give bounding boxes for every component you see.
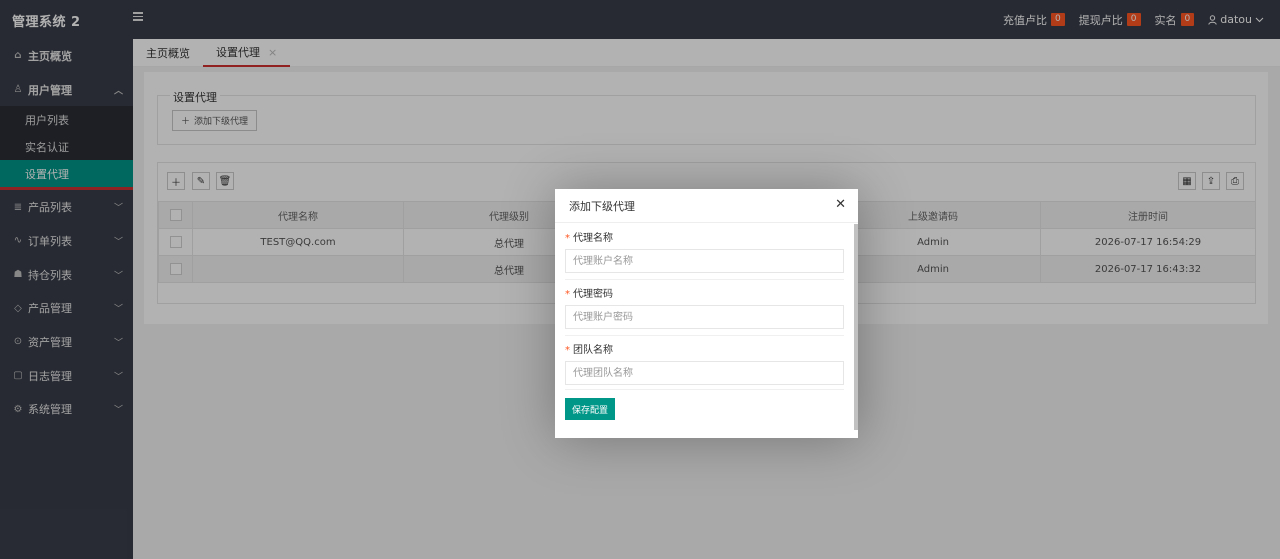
team-name-label: * 团队名称 [565,344,844,358]
agent-password-input[interactable] [565,305,844,329]
modal-scrollbar[interactable] [854,224,858,430]
form-divider [565,389,844,390]
form-item-agent-name: * 代理名称 [565,232,844,273]
field-label-text: 代理密码 [573,289,613,300]
form-divider [565,279,844,280]
form-item-team-name: * 团队名称 [565,344,844,385]
form-divider [565,335,844,336]
modal-body: *代理名称 *代理密码 *团队名称 保存配置 [555,224,854,430]
agent-password-label: * 代理密码 [565,288,844,302]
form-item-agent-password: * 代理密码 [565,288,844,329]
required-mark: * [565,233,570,244]
add-sub-agent-modal: 添加下级代理 ✕ *代理名称 *代理密码 *团队名称 保存配置 [555,189,858,438]
agent-name-input[interactable] [565,249,844,273]
agent-name-label: * 代理名称 [565,232,844,246]
required-mark: * [565,289,570,300]
required-mark: * [565,345,570,356]
save-config-button[interactable]: 保存配置 [565,398,616,420]
close-icon[interactable]: ✕ [835,198,846,212]
field-label-text: 团队名称 [573,345,613,356]
field-label-text: 代理名称 [573,233,613,244]
team-name-input[interactable] [565,361,844,385]
modal-title: 添加下级代理 [555,189,858,223]
